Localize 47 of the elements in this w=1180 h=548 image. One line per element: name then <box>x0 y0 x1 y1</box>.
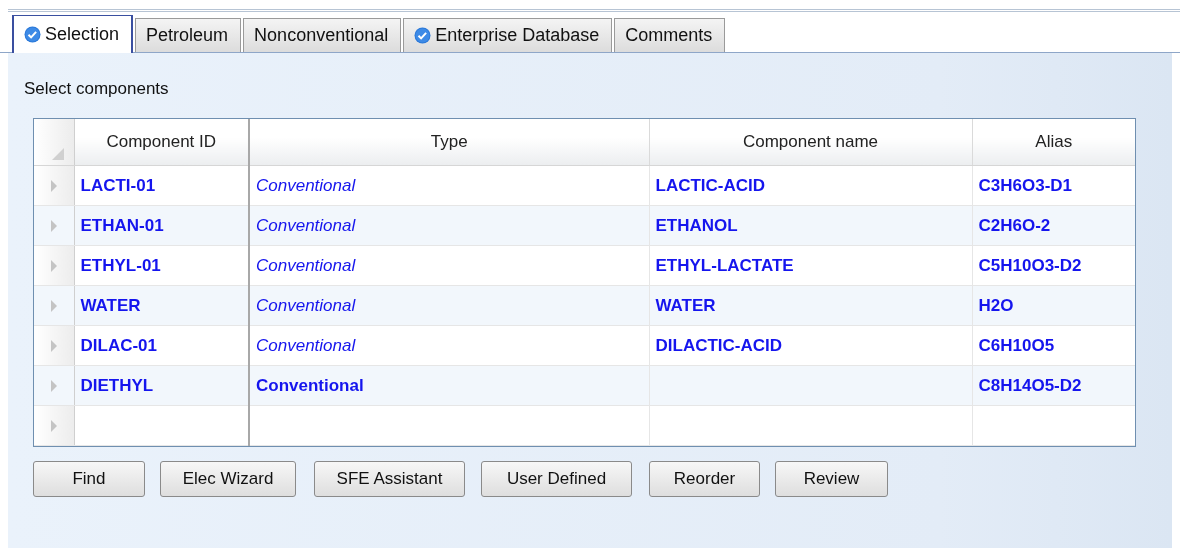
row-arrow-icon[interactable] <box>50 219 57 232</box>
tab-label: Selection <box>45 24 120 45</box>
column-header[interactable]: Alias <box>972 119 1135 166</box>
row-arrow-icon[interactable] <box>50 179 57 192</box>
table-cell: Conventional <box>249 365 649 406</box>
table-cell: DIETHYL <box>74 365 249 406</box>
table-cell: WATER <box>649 285 972 326</box>
tab[interactable]: Enterprise Database <box>403 18 613 52</box>
tab[interactable]: Selection <box>12 15 134 53</box>
action-button[interactable]: Review <box>775 461 888 497</box>
table-cell: DILAC-01 <box>74 325 249 366</box>
table-cell: ETHAN-01 <box>74 205 249 246</box>
row-arrow-icon[interactable] <box>50 379 57 392</box>
action-button[interactable]: Elec Wizard <box>160 461 296 497</box>
table-cell: ETHYL-LACTATE <box>649 245 972 286</box>
column-header[interactable]: Type <box>249 119 649 166</box>
table-cell: C8H14O5-D2 <box>972 365 1135 406</box>
action-button[interactable]: Find <box>33 461 145 497</box>
table-cell: DILACTIC-ACID <box>649 325 972 366</box>
row-arrow-icon[interactable] <box>50 339 57 352</box>
tab[interactable]: Comments <box>614 18 726 52</box>
column-header[interactable]: Component name <box>649 119 972 166</box>
row-arrow-icon[interactable] <box>50 259 57 272</box>
action-button[interactable]: Reorder <box>649 461 760 497</box>
table-cell: C3H6O3-D1 <box>972 165 1135 206</box>
check-circle-icon <box>24 26 41 43</box>
action-button[interactable]: User Defined <box>481 461 632 497</box>
table-cell: C2H6O-2 <box>972 205 1135 246</box>
tab[interactable]: Nonconventional <box>243 18 402 52</box>
table-cell: LACTIC-ACID <box>649 165 972 206</box>
row-arrow-icon[interactable] <box>50 299 57 312</box>
table-cell: H2O <box>972 285 1135 326</box>
row-arrow-icon[interactable] <box>50 419 57 432</box>
table-cell: WATER <box>74 285 249 326</box>
check-circle-icon <box>414 27 432 44</box>
table-cell: ETHYL-01 <box>74 245 249 286</box>
table-cell: Conventional <box>249 205 649 246</box>
tab[interactable]: Petroleum <box>135 18 242 52</box>
column-header[interactable]: Component ID <box>74 119 249 166</box>
table-cell: C6H10O5 <box>972 325 1135 366</box>
table-cell: LACTI-01 <box>74 165 249 206</box>
table-cell: Conventional <box>249 285 649 326</box>
section-label: Select components <box>24 79 169 99</box>
tab-label: Enterprise Database <box>435 25 600 46</box>
table-cell: ETHANOL <box>649 205 972 246</box>
action-button[interactable]: SFE Assistant <box>314 461 465 497</box>
table-cell: C5H10O3-D2 <box>972 245 1135 286</box>
